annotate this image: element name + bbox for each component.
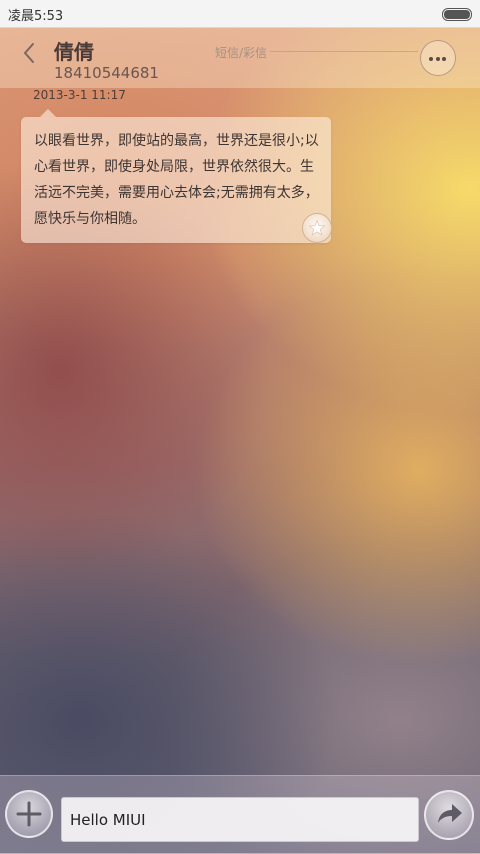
back-button[interactable] — [14, 38, 44, 68]
status-bar: 凌晨5:53 — [0, 0, 480, 28]
more-options-button[interactable] — [420, 40, 456, 76]
header-divider — [270, 51, 418, 52]
message-bubble[interactable]: 以眼看世界，即使站的最高，世界还是很小;以心看世界，即使身处局限，世界依然很大。… — [21, 117, 332, 243]
contact-name: 倩倩 — [54, 40, 94, 64]
contact-number: 18410544681 — [54, 64, 159, 82]
composer-bar — [0, 775, 480, 854]
status-time: 凌晨5:53 — [8, 9, 64, 24]
message-type-label: 短信/彩信 — [215, 46, 268, 60]
plus-icon — [16, 801, 42, 827]
chevron-left-icon — [24, 43, 34, 63]
star-button[interactable] — [302, 213, 332, 243]
conversation-header: 倩倩 18410544681 短信/彩信 — [0, 28, 480, 88]
message-text: 以眼看世界，即使站的最高，世界还是很小;以心看世界，即使身处局限，世界依然很大。… — [34, 133, 319, 227]
send-arrow-icon — [438, 804, 462, 823]
message-timestamp: 2013-3-1 11:17 — [33, 88, 126, 102]
message-input[interactable] — [61, 797, 419, 842]
battery-icon — [442, 8, 472, 21]
bubble-tail — [40, 109, 56, 117]
star-icon — [308, 219, 326, 236]
send-button[interactable] — [424, 790, 474, 840]
add-attachment-button[interactable] — [5, 790, 53, 838]
